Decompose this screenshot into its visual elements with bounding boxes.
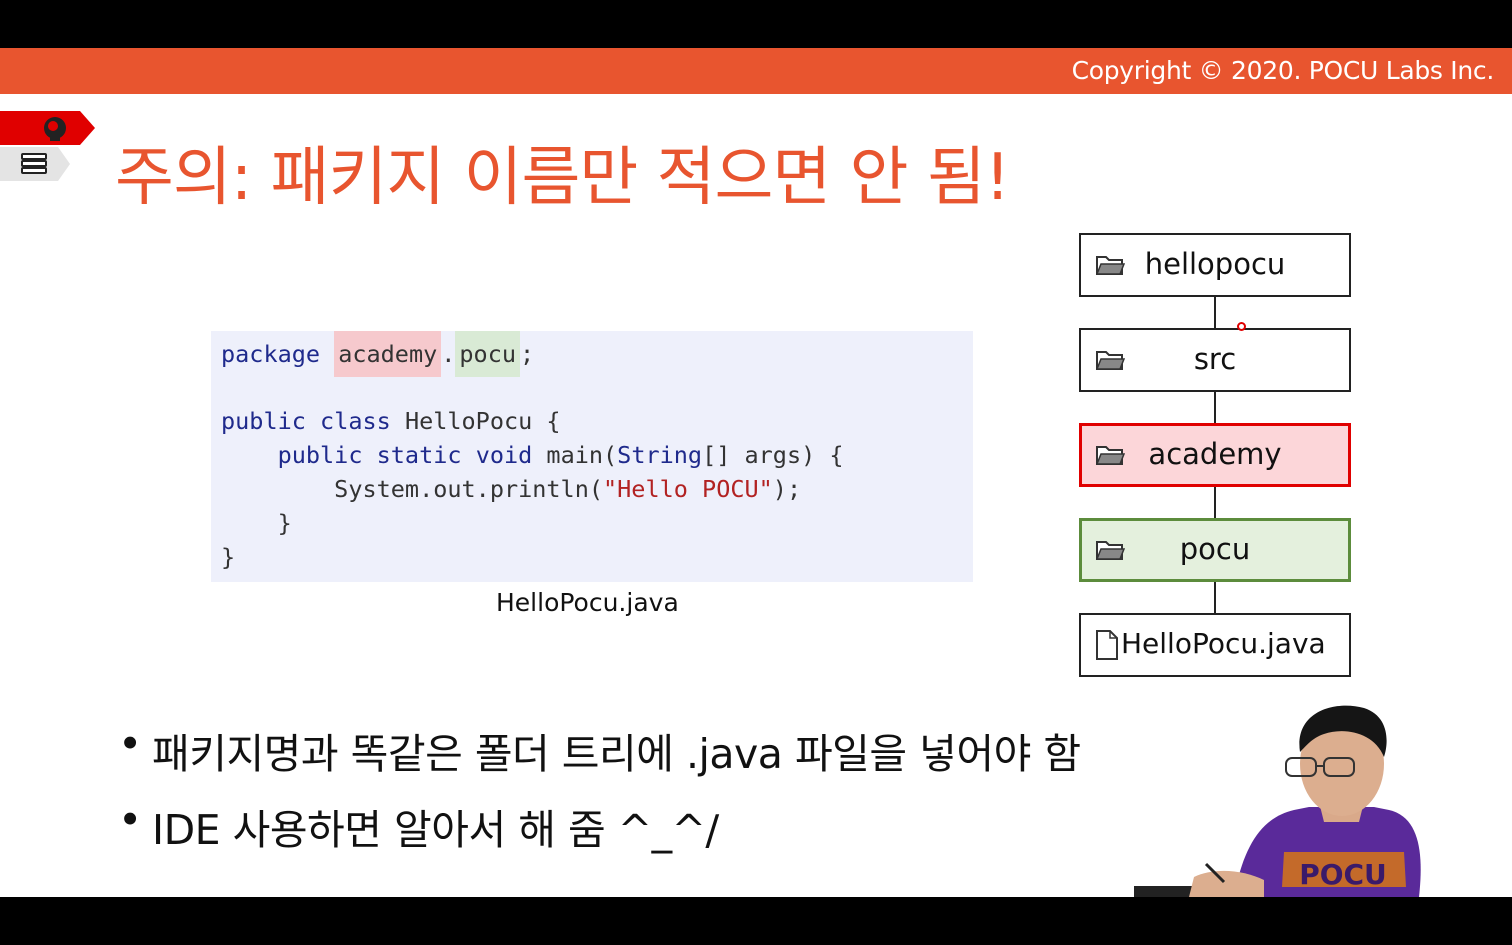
books-icon <box>0 147 70 181</box>
code-keyword: public <box>221 407 306 435</box>
bullet-list: • 패키지명과 똑같은 폴더 트리에 .java 파일을 넣어야 함 • IDE… <box>118 720 1081 872</box>
code-line-close-outer: } <box>221 543 236 571</box>
tree-node-label: pocu <box>1179 532 1251 566</box>
bullet-item: • IDE 사용하면 알아서 해 줌 ^_^/ <box>118 796 1081 872</box>
code-keyword: public <box>277 441 363 469</box>
tree-node-label: academy <box>1148 437 1282 471</box>
video-letterbox-bottom <box>0 897 1512 945</box>
code-text: . <box>441 340 456 368</box>
code-line-package: package academy. pocu; <box>221 331 534 377</box>
code-text: [] args) { <box>702 441 844 469</box>
package-part-academy: academy <box>334 331 442 377</box>
pointer-dot <box>1237 322 1246 331</box>
code-keyword: static <box>376 441 462 469</box>
brain-icon <box>0 111 95 145</box>
code-text: main( <box>532 441 618 469</box>
tree-node-hellopocu-java: HelloPocu.java <box>1079 613 1351 677</box>
code-block: package academy. pocu; public class Hello… <box>211 331 973 582</box>
bullet-item: • 패키지명과 똑같은 폴더 트리에 .java 파일을 넣어야 함 <box>118 720 1081 796</box>
code-keyword: package <box>221 340 321 368</box>
tree-connector <box>1214 296 1216 328</box>
tree-connector <box>1214 581 1216 613</box>
bullet-dot: • <box>118 720 142 768</box>
slide: Copyright © 2020. POCU Labs Inc. 주의: 패키지… <box>0 48 1512 897</box>
code-caption: HelloPocu.java <box>496 588 679 617</box>
bullet-text: IDE 사용하면 알아서 해 줌 ^_^/ <box>152 806 719 854</box>
video-letterbox-top <box>0 0 1512 48</box>
code-text: System.out.println( <box>221 475 604 503</box>
code-line-close-inner: } <box>221 509 292 537</box>
tree-node-label: hellopocu <box>1144 247 1286 281</box>
tree-connector <box>1214 391 1216 423</box>
code-line-println: System.out.println("Hello POCU"); <box>221 472 801 506</box>
bullet-dot: • <box>118 796 142 844</box>
copyright-text: Copyright © 2020. POCU Labs Inc. <box>1071 56 1495 85</box>
presenter-video: POCU <box>1134 705 1421 897</box>
code-line-class: public class HelloPocu { <box>221 404 561 438</box>
package-part-pocu: pocu <box>455 331 520 377</box>
file-icon <box>1096 630 1118 660</box>
code-text: ); <box>772 475 802 503</box>
code-keyword: class <box>320 407 391 435</box>
tree-node-hellopocu: hellopocu <box>1079 233 1351 297</box>
tree-connector <box>1214 486 1216 518</box>
bullet-text: 패키지명과 똑같은 폴더 트리에 .java 파일을 넣어야 함 <box>152 730 1081 778</box>
code-text: HelloPocu { <box>390 407 561 435</box>
slide-title: 주의: 패키지 이름만 적으면 안 됨! <box>115 141 1010 215</box>
code-string: "Hello POCU" <box>603 475 773 503</box>
tree-node-pocu: pocu <box>1079 518 1351 582</box>
code-keyword: String <box>617 441 703 469</box>
tree-node-label: HelloPocu.java <box>1121 627 1326 660</box>
code-line-main: public static void main(String[] args) { <box>221 438 844 472</box>
tree-node-academy: academy <box>1079 423 1351 487</box>
code-text: ; <box>520 340 535 368</box>
code-keyword: void <box>475 441 533 469</box>
tree-node-label: src <box>1193 342 1237 376</box>
presenter-shirt-text: POCU <box>1299 858 1387 891</box>
tree-node-src: src <box>1079 328 1351 392</box>
slide-header-bar: Copyright © 2020. POCU Labs Inc. <box>0 48 1512 94</box>
